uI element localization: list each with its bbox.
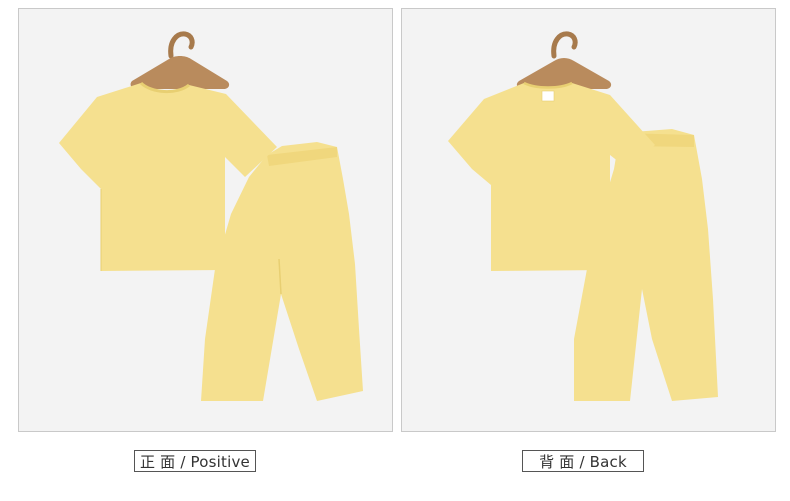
back-caption: 背 面 / Back (522, 450, 644, 472)
neck-label (541, 90, 555, 102)
front-garment-illustration (59, 31, 363, 401)
front-product-photo (18, 8, 393, 432)
back-garment-illustration (448, 31, 718, 401)
back-product-photo (401, 8, 776, 432)
hanger-icon (130, 31, 230, 89)
front-caption: 正 面 / Positive (134, 450, 256, 472)
hanger-icon (516, 31, 612, 89)
pants (201, 142, 363, 401)
